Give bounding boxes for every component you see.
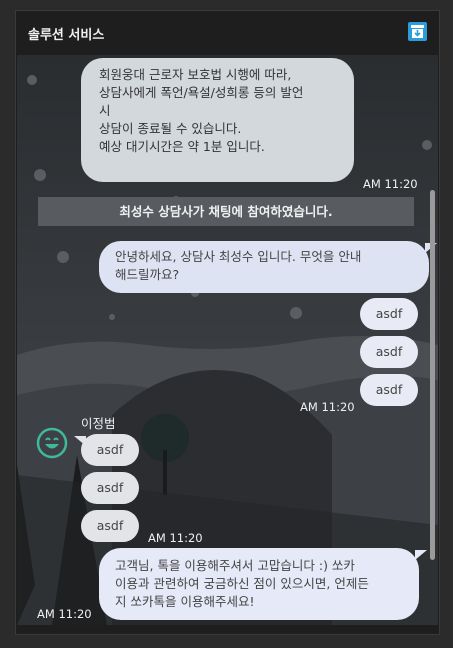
chat-area[interactable]: 회원웅대 근로자 보호법 시행에 따라, 상담사에게 폭언/욕설/성희롱 등의 … — [17, 55, 438, 625]
message-line: 예상 대기시간은 약 1분 입니다. — [99, 139, 265, 154]
my-message: asdf — [360, 374, 418, 406]
message-line: 이용과 관련하여 궁금하신 점이 있으시면, 언제든 — [115, 576, 369, 591]
message-line: 시 — [99, 103, 111, 118]
message-timestamp: AM 11:20 — [363, 177, 418, 191]
sender-name: 이정범 — [81, 416, 116, 431]
message-line: 회원웅대 근로자 보호법 시행에 따라, — [99, 67, 292, 82]
archive-download-icon — [411, 25, 424, 38]
my-message: asdf — [360, 298, 418, 330]
message-line: 고객님, 톡을 이용해주셔서 고맙습니다 :) 쏘카 — [115, 558, 355, 573]
notice-message: 회원웅대 근로자 보호법 시행에 따라, 상담사에게 폭언/욕설/성희롱 등의 … — [81, 58, 354, 182]
my-message: asdf — [360, 336, 418, 368]
message-timestamp: AM 11:20 — [37, 607, 92, 621]
system-message: 최성수 상담사가 채팅에 참여하였습니다. — [38, 197, 414, 226]
message-timestamp: AM 11:20 — [300, 400, 355, 414]
message-line: 해드릴까요? — [115, 267, 180, 282]
title-bar: 솔루션 서비스 — [16, 11, 439, 53]
agent-greeting-message: 안녕하세요, 상담사 최성수 입니다. 무엇을 안내 해드릴까요? — [99, 241, 437, 293]
message-line: 지 쏘카톡을 이용해주세요! — [115, 594, 255, 609]
message-line: 안녕하세요, 상담사 최성수 입니다. 무엇을 안내 — [115, 249, 362, 264]
other-message: asdf — [74, 434, 139, 466]
chat-scrollbar[interactable] — [430, 190, 435, 560]
other-message: asdf — [81, 510, 139, 542]
message-timestamp: AM 11:20 — [148, 531, 203, 545]
closing-message: 고객님, 톡을 이용해주셔서 고맙습니다 :) 쏘카 이용과 관련하여 궁금하신… — [99, 548, 427, 620]
archive-button[interactable] — [408, 22, 427, 41]
message-line: 상담이 종료될 수 있습니다. — [99, 121, 242, 136]
window-title: 솔루션 서비스 — [28, 28, 105, 43]
smiley-avatar-icon — [36, 427, 68, 459]
chat-window: 솔루션 서비스 회원웅대 근로자 보호법 시행에 따라, 상담사에게 폭언/욕설… — [15, 10, 440, 635]
message-line: 상담사에게 폭언/욕설/성희롱 등의 발언 — [99, 85, 304, 100]
other-message: asdf — [81, 472, 139, 504]
